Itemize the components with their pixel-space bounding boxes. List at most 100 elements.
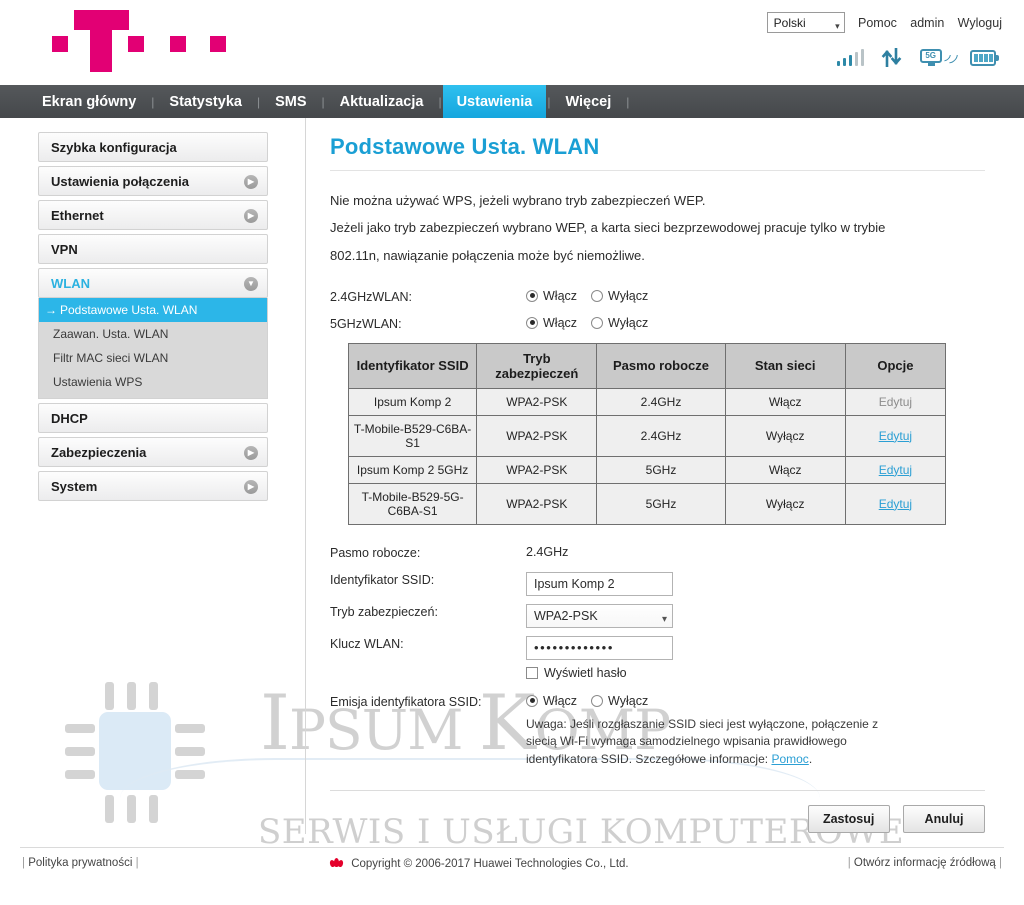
show-password-row: Wyświetl hasło	[330, 666, 985, 680]
chevron-right-icon: ▶	[244, 209, 258, 223]
nav-tab-sms[interactable]: SMS	[261, 85, 320, 118]
huawei-logo-icon	[329, 857, 344, 868]
security-label: Tryb zabezpieczeń:	[330, 604, 438, 619]
page-footer: | Polityka prywatności | Copyright © 200…	[0, 847, 1024, 887]
wlan-5-disable-radio[interactable]: Wyłącz	[591, 316, 648, 330]
intro-text: Nie można używać WPS, jeżeli wybrano try…	[330, 193, 985, 264]
help-note-link[interactable]: Pomoc	[771, 752, 808, 766]
language-select[interactable]: Polski ▾	[766, 12, 845, 33]
wlan-5-radio-group: Włącz Wyłącz	[526, 316, 648, 330]
sidebar-subitem-basic-wlan[interactable]: → Podstawowe Usta. WLAN	[39, 298, 267, 322]
nav-tab-settings[interactable]: Ustawienia	[442, 85, 547, 118]
cell-state: Wyłącz	[724, 482, 846, 525]
nav-separator: |	[626, 94, 630, 109]
pipe-left: |	[22, 857, 25, 869]
checkbox-icon	[526, 666, 538, 679]
show-password-checkbox[interactable]: Wyświetl hasło	[526, 666, 627, 680]
sidebar-item-dhcp[interactable]: DHCP	[38, 403, 268, 433]
col-ssid: Identyfikator SSID	[347, 342, 478, 389]
note-tail: .	[808, 751, 813, 766]
ssid-broadcast-row: Emisja identyfikatora SSID: Włącz Wyłącz…	[330, 694, 985, 768]
edit-link[interactable]: Edytuj	[879, 497, 912, 511]
nav-tab-home[interactable]: Ekran główny	[28, 85, 150, 118]
sidebar-item-connection-settings[interactable]: Ustawienia połączenia ▶	[38, 166, 268, 196]
sidebar-label: System	[51, 479, 98, 494]
chevron-right-icon: ▶	[244, 446, 258, 460]
cell-band: 2.4GHz	[596, 414, 726, 457]
sidebar-subitem-label: Filtr MAC sieci WLAN	[53, 351, 169, 365]
wlan-key-input[interactable]: •••••••••••••	[526, 635, 673, 660]
apply-button[interactable]: Zastosuj	[807, 804, 890, 833]
cancel-button[interactable]: Anuluj	[903, 804, 985, 833]
chevron-down-icon: ▾	[661, 613, 667, 625]
cell-security: WPA2-PSK	[476, 414, 598, 457]
wlan-key-row: Klucz WLAN: •••••••••••••	[330, 635, 985, 660]
security-row: Tryb zabezpieczeń: WPA2-PSK ▾	[330, 603, 985, 628]
ssid-broadcast-disable-radio[interactable]: Wyłącz	[591, 694, 648, 708]
band-label: Pasmo robocze:	[330, 545, 421, 560]
wlan-24-label: 2.4GHzWLAN:	[330, 289, 412, 304]
cell-band: 2.4GHz	[596, 387, 726, 416]
intro-line-2: Jeżeli jako tryb zabezpieczeń wybrano WE…	[330, 220, 886, 236]
wlan-5-enable-radio[interactable]: Włącz	[526, 316, 577, 330]
data-transfer-icon	[881, 48, 903, 67]
help-link[interactable]: Pomoc	[858, 16, 897, 30]
radio-icon	[526, 316, 538, 329]
radio-icon	[591, 289, 604, 302]
sidebar-item-quick-setup[interactable]: Szybka konfiguracja	[38, 132, 268, 162]
selected-arrow-icon: →	[45, 303, 57, 317]
wlan-key-label: Klucz WLAN:	[330, 636, 404, 651]
ssid-label: Identyfikator SSID:	[330, 572, 435, 587]
footer-divider	[20, 847, 1004, 848]
nav-tab-statistics[interactable]: Statystyka	[155, 85, 256, 118]
show-password-label: Wyświetl hasło	[544, 665, 627, 680]
wlan-24-enable-radio[interactable]: Włącz	[526, 289, 577, 303]
cell-security: WPA2-PSK	[476, 482, 598, 525]
sidebar-subitem-advanced-wlan[interactable]: Zaawan. Usta. WLAN	[39, 322, 267, 346]
sidebar-item-wlan[interactable]: WLAN ▼	[38, 268, 268, 298]
edit-link[interactable]: Edytuj	[879, 463, 912, 477]
ssid-broadcast-enable-radio[interactable]: Włącz	[526, 694, 577, 708]
cell-ssid: T-Mobile-B529-5G-C6BA-S1	[347, 482, 478, 525]
sidebar-item-security[interactable]: Zabezpieczenia ▶	[38, 437, 268, 467]
cell-security: WPA2-PSK	[476, 455, 598, 484]
page-body: Szybka konfiguracja Ustawienia połączeni…	[0, 118, 1024, 905]
ssid-input[interactable]: Ipsum Komp 2	[526, 571, 673, 596]
open-source-info-link[interactable]: Otwórz informację źródłową	[854, 857, 996, 869]
sidebar-subitem-label: Ustawienia WPS	[53, 375, 143, 389]
nav-tab-update[interactable]: Aktualizacja	[326, 85, 438, 118]
wlan-24-disable-radio[interactable]: Wyłącz	[591, 289, 648, 303]
pipe-right: |	[135, 857, 139, 869]
pipe-right: |	[999, 857, 1002, 869]
table-row: Ipsum Komp 2 WPA2-PSK 2.4GHz Włącz Edytu…	[347, 387, 947, 416]
title-divider	[330, 170, 985, 171]
sidebar-item-ethernet[interactable]: Ethernet ▶	[38, 200, 268, 230]
privacy-policy-link[interactable]: Polityka prywatności	[28, 857, 132, 869]
nav-items: Ekran główny | Statystyka | SMS | Aktual…	[0, 85, 1024, 118]
action-buttons: Zastosuj Anuluj	[330, 791, 985, 833]
sidebar-item-system[interactable]: System ▶	[38, 471, 268, 501]
nav-tab-more[interactable]: Więcej	[551, 85, 625, 118]
content-divider	[305, 118, 306, 834]
t-mobile-logo	[38, 8, 226, 72]
band-value: 2.4GHz	[526, 544, 569, 559]
col-security: Tryb zabezpieczeń	[476, 342, 598, 389]
sidebar-label: WLAN	[51, 276, 90, 291]
edit-link[interactable]: Edytuj	[879, 429, 912, 443]
pipe-left: |	[847, 857, 851, 869]
col-options: Opcje	[844, 342, 947, 389]
copyright-area: Copyright © 2006-2017 Huawei Technologie…	[329, 857, 629, 870]
sidebar-subitem-mac-filter[interactable]: Filtr MAC sieci WLAN	[39, 346, 267, 370]
col-band: Pasmo robocze	[596, 342, 726, 389]
security-select[interactable]: WPA2-PSK ▾	[526, 603, 673, 628]
sidebar-subitem-label: Zaawan. Usta. WLAN	[53, 327, 169, 341]
sidebar-item-vpn[interactable]: VPN	[38, 234, 268, 264]
sidebar-subitem-wps[interactable]: Ustawienia WPS	[39, 370, 267, 394]
sidebar-label: Zabezpieczenia	[51, 445, 147, 460]
logout-link[interactable]: Wyloguj	[958, 16, 1002, 30]
main-content: Podstawowe Usta. WLAN Nie można używać W…	[330, 134, 985, 833]
ssid-row: Identyfikator SSID: Ipsum Komp 2	[330, 571, 985, 596]
account-link[interactable]: admin	[910, 16, 944, 30]
wlan-5-label: 5GHzWLAN:	[330, 316, 402, 331]
cell-ssid: Ipsum Komp 2 5GHz	[347, 455, 478, 484]
